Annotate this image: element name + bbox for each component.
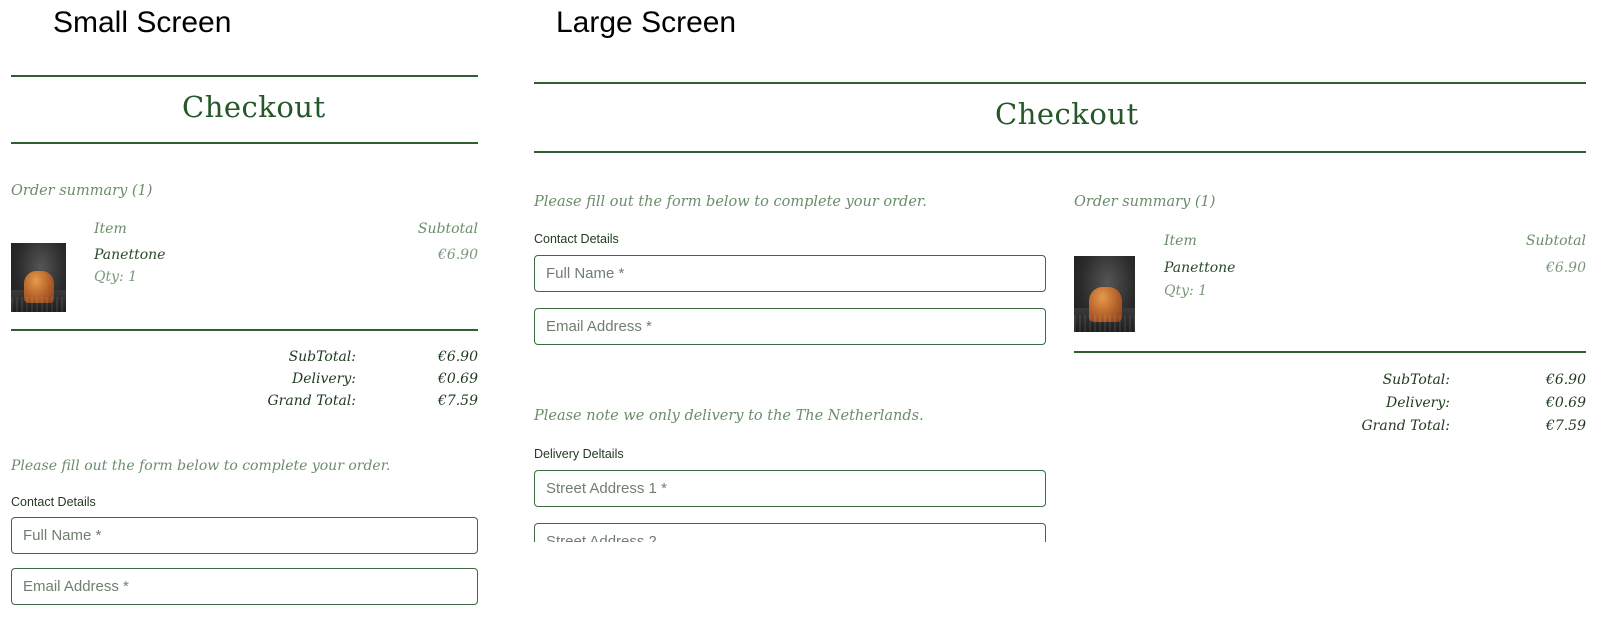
street-address-2-input[interactable] <box>534 523 1046 542</box>
column-header-subtotal: Subtotal <box>1525 233 1586 249</box>
grand-total-label: Grand Total: <box>267 393 357 409</box>
page-title: Checkout <box>995 97 1139 131</box>
delivery-value: €0.69 <box>437 371 478 387</box>
order-summary-heading: Order summary (1) <box>1074 194 1216 210</box>
summary-rule <box>11 329 478 331</box>
subtotal-value: €6.90 <box>1545 372 1586 388</box>
subtotal-value: €6.90 <box>437 349 478 365</box>
item-price: €6.90 <box>1545 260 1586 276</box>
page-title: Checkout <box>182 90 326 124</box>
delivery-details-label: Delivery Deltails <box>534 447 624 461</box>
column-header-item: Item <box>1164 233 1197 249</box>
street-address-1-input[interactable] <box>534 470 1046 507</box>
delivery-label: Delivery: <box>292 371 356 387</box>
item-price: €6.90 <box>437 247 478 263</box>
summary-rule <box>1074 351 1586 353</box>
delivery-value: €0.69 <box>1545 395 1586 411</box>
delivery-note-text: Please note we only delivery to the The … <box>534 408 924 424</box>
title-bottom-rule <box>11 142 478 144</box>
form-intro-text: Please fill out the form below to comple… <box>11 458 391 474</box>
grand-total-label: Grand Total: <box>1361 418 1451 434</box>
product-image <box>1074 256 1135 332</box>
full-name-input[interactable] <box>11 517 478 554</box>
column-header-item: Item <box>94 221 127 237</box>
caption-small-screen: Small Screen <box>53 6 232 39</box>
grand-total-value: €7.59 <box>1545 418 1586 434</box>
form-intro-text: Please fill out the form below to comple… <box>534 194 927 210</box>
street-address-2-clip <box>534 523 1046 542</box>
grand-total-value: €7.59 <box>437 393 478 409</box>
email-input[interactable] <box>534 308 1046 345</box>
order-summary-heading: Order summary (1) <box>11 183 153 199</box>
caption-large-screen: Large Screen <box>556 6 737 39</box>
delivery-label: Delivery: <box>1386 395 1450 411</box>
subtotal-label: SubTotal: <box>1382 372 1450 388</box>
full-name-input[interactable] <box>534 255 1046 292</box>
contact-details-label: Contact Details <box>534 232 619 246</box>
title-top-rule <box>11 75 478 77</box>
email-input[interactable] <box>11 568 478 605</box>
title-bottom-rule <box>534 151 1586 153</box>
column-header-subtotal: Subtotal <box>417 221 478 237</box>
contact-details-label: Contact Details <box>11 495 96 509</box>
item-qty: Qty: 1 <box>94 269 138 285</box>
item-qty: Qty: 1 <box>1164 283 1208 299</box>
product-image <box>11 243 66 312</box>
subtotal-label: SubTotal: <box>288 349 356 365</box>
item-name: Panettone <box>1164 260 1236 276</box>
item-name: Panettone <box>94 247 166 263</box>
title-top-rule <box>534 82 1586 84</box>
